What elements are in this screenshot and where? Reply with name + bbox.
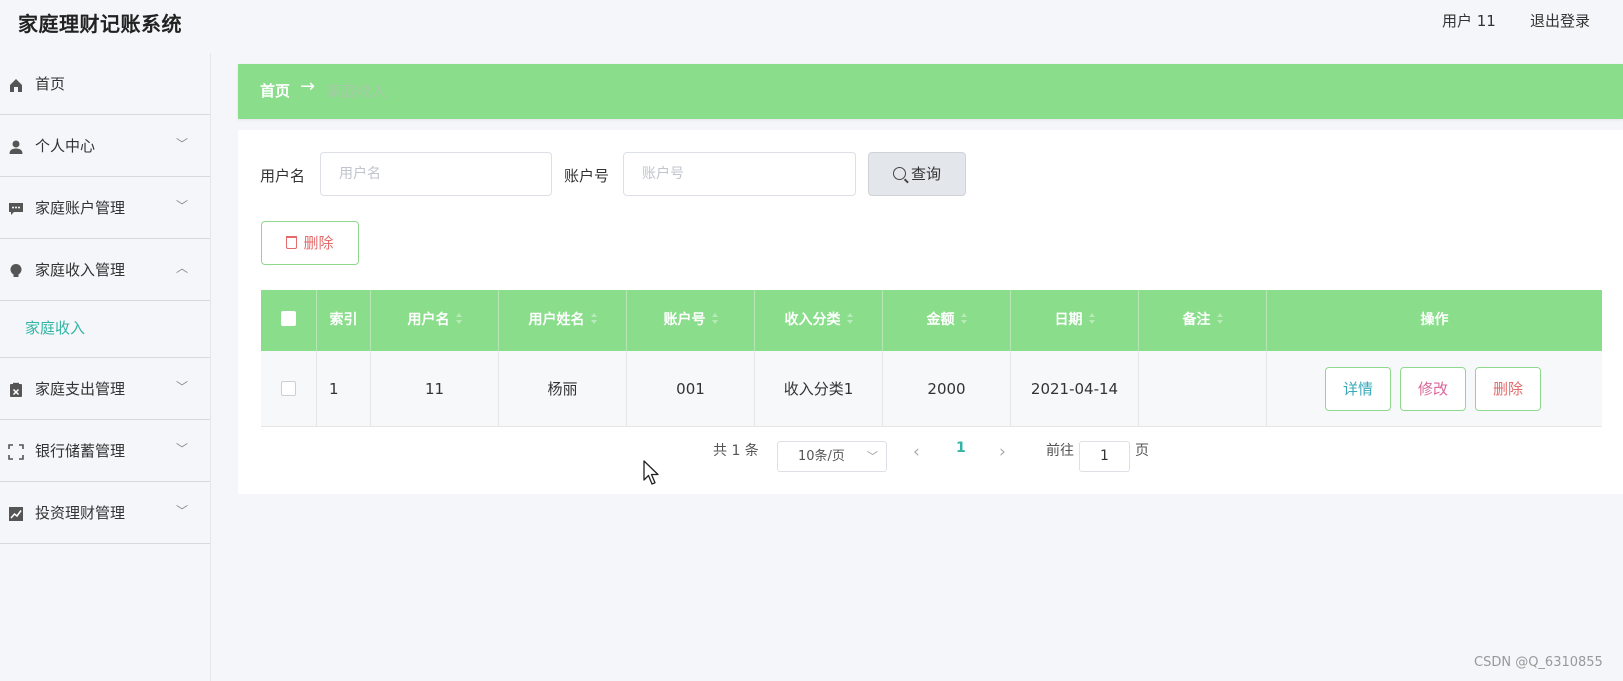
fullscreen-icon [8, 444, 24, 460]
logout-link[interactable]: 退出登录 [1530, 10, 1590, 31]
account-label: 账户号 [564, 167, 610, 185]
page-size-value: 10条/页 [798, 449, 845, 464]
cell-account: 001 [627, 351, 755, 427]
sidebar-item-label: 投资理财管理 [35, 504, 126, 522]
sidebar-item-label: 个人中心 [35, 137, 96, 155]
cell-note [1139, 351, 1267, 427]
chevron-down-icon: ﹀ [176, 199, 189, 213]
column-header-account[interactable]: 账户号 [627, 290, 755, 351]
sort-icon[interactable] [1088, 313, 1095, 325]
chevron-down-icon: ﹀ [176, 380, 189, 394]
sidebar-subitem-family-income[interactable]: 家庭收入 [25, 317, 85, 338]
username-label: 用户名 [260, 167, 306, 185]
sidebar-item-personal-center[interactable]: 个人中心 ﹀ [0, 115, 210, 177]
top-bar: 家庭理财记账系统 用户 11 退出登录 [0, 0, 1623, 50]
select-all-cell [261, 290, 317, 351]
detail-button[interactable]: 详情 [1325, 367, 1391, 411]
clipboard-icon [8, 382, 24, 398]
home-icon [8, 77, 24, 93]
sort-icon[interactable] [711, 313, 718, 325]
column-header-name[interactable]: 用户姓名 [499, 290, 627, 351]
sidebar-item-home[interactable]: 首页 [0, 53, 210, 115]
cell-name: 杨丽 [499, 351, 627, 427]
sort-icon[interactable] [455, 313, 462, 325]
arrow-right-icon: → [300, 76, 316, 97]
sort-icon[interactable] [960, 313, 967, 325]
message-icon [8, 201, 24, 217]
cell-date: 2021-04-14 [1011, 351, 1139, 427]
app-title: 家庭理财记账系统 [18, 12, 182, 36]
sort-icon[interactable] [590, 313, 597, 325]
query-button-label: 查询 [910, 165, 941, 183]
column-header-actions: 操作 [1420, 312, 1449, 328]
query-button[interactable]: 查询 [868, 152, 966, 196]
sort-icon[interactable] [1216, 313, 1223, 325]
sidebar-item-investment-management[interactable]: 投资理财管理 ﹀ [0, 482, 210, 544]
page-suffix: 页 [1135, 443, 1149, 459]
income-submenu: 家庭收入 [0, 301, 210, 358]
chevron-up-icon: ︿ [176, 261, 189, 275]
current-user: 用户 11 [1442, 12, 1496, 30]
cell-actions: 详情 修改 删除 [1267, 351, 1602, 427]
sidebar-item-label: 家庭账户管理 [35, 199, 126, 217]
table-row: 1 11 杨丽 001 收入分类1 2000 2021-04-14 详情 修改 … [261, 351, 1602, 427]
mouse-cursor-icon [643, 460, 661, 486]
pagination-total: 共 1 条 [713, 443, 759, 459]
chevron-down-icon: ﹀ [867, 450, 878, 463]
table-header: 索引 用户名 用户姓名 账户号 收入分类 金额 日期 备注 操作 [261, 290, 1602, 351]
chevron-down-icon: ﹀ [176, 504, 189, 518]
delete-button-label: 删除 [303, 234, 334, 252]
income-table: 索引 用户名 用户姓名 账户号 收入分类 金额 日期 备注 操作 1 11 杨丽… [261, 290, 1602, 427]
goto-label: 前往 [1046, 443, 1074, 459]
chevron-down-icon: ﹀ [176, 137, 189, 151]
page-size-select[interactable]: 10条/页 ﹀ [777, 441, 887, 472]
breadcrumb-current: 家庭收入 [326, 82, 387, 100]
breadcrumb: 首页 → 家庭收入 [238, 64, 1623, 119]
cell-category: 收入分类1 [755, 351, 883, 427]
row-select-cell [261, 351, 317, 427]
edit-button[interactable]: 修改 [1400, 367, 1466, 411]
breadcrumb-home[interactable]: 首页 [260, 80, 290, 101]
goto-page-input[interactable]: 1 [1079, 441, 1130, 472]
cell-amount: 2000 [883, 351, 1011, 427]
chart-icon [8, 506, 24, 522]
prev-page-button[interactable]: ‹ [913, 442, 920, 462]
sidebar-item-label: 家庭支出管理 [35, 380, 126, 398]
sidebar-item-label: 首页 [35, 75, 66, 93]
column-header-index: 索引 [317, 290, 371, 351]
next-page-button[interactable]: › [999, 442, 1006, 462]
bulb-icon [8, 263, 24, 279]
cell-index: 1 [317, 351, 371, 427]
sort-icon[interactable] [846, 313, 853, 325]
sidebar-item-expense-management[interactable]: 家庭支出管理 ﹀ [0, 358, 210, 420]
column-header-amount[interactable]: 金额 [883, 290, 1011, 351]
sidebar-item-account-management[interactable]: 家庭账户管理 ﹀ [0, 177, 210, 239]
account-search-input[interactable] [623, 152, 856, 196]
current-page-number[interactable]: 1 [956, 440, 966, 456]
watermark: CSDN @Q_6310855 [1474, 655, 1603, 670]
sidebar-item-savings-management[interactable]: 银行储蓄管理 ﹀ [0, 420, 210, 482]
sidebar-item-label: 家庭收入管理 [35, 261, 126, 279]
sidebar-item-label: 银行储蓄管理 [35, 442, 126, 460]
select-all-checkbox[interactable] [281, 311, 296, 326]
trash-icon [286, 236, 298, 249]
column-header-category[interactable]: 收入分类 [755, 290, 883, 351]
row-checkbox[interactable] [281, 381, 296, 396]
sidebar: 首页 个人中心 ﹀ 家庭账户管理 ﹀ 家庭收入管理 ︿ 家庭收入 家庭支出管理 … [0, 53, 211, 681]
column-header-date[interactable]: 日期 [1011, 290, 1139, 351]
cell-username: 11 [371, 351, 499, 427]
user-icon [8, 139, 24, 155]
chevron-down-icon: ﹀ [176, 442, 189, 456]
batch-delete-button[interactable]: 删除 [261, 221, 359, 265]
sidebar-item-income-management[interactable]: 家庭收入管理 ︿ [0, 239, 210, 301]
row-delete-button[interactable]: 删除 [1475, 367, 1541, 411]
column-header-username[interactable]: 用户名 [371, 290, 499, 351]
column-header-note[interactable]: 备注 [1139, 290, 1267, 351]
search-icon [892, 167, 906, 180]
username-search-input[interactable] [320, 152, 552, 196]
